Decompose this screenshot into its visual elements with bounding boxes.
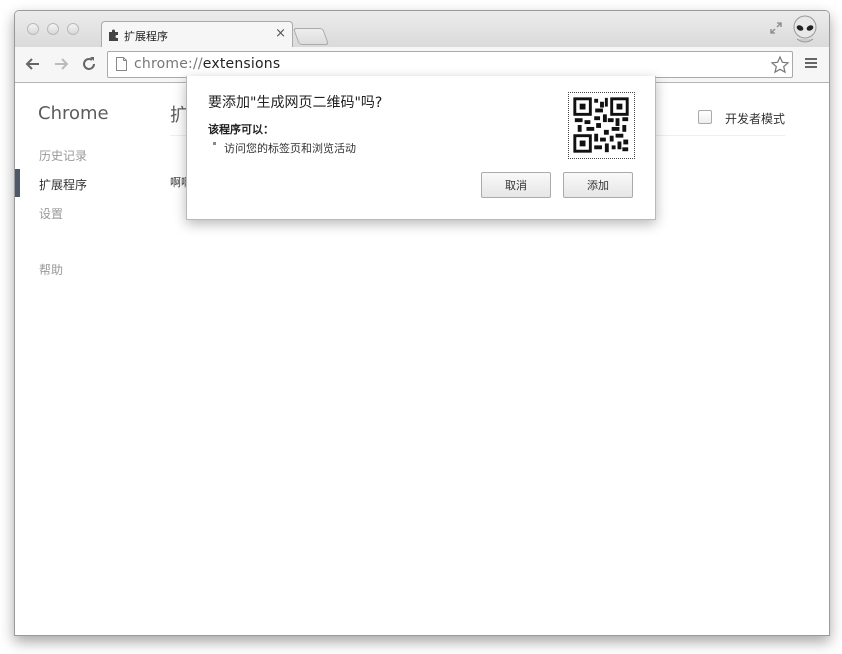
install-extension-dialog: 要添加"生成网页二维码"吗? 该程序可以： 访问您的标签页和浏览活动 取消 添加: [186, 76, 656, 220]
tab-strip: 扩展程序 ×: [15, 11, 829, 49]
tab-extensions[interactable]: 扩展程序 ×: [101, 21, 293, 49]
new-tab-button[interactable]: [292, 28, 330, 45]
permission-item: 访问您的标签页和浏览活动: [224, 142, 356, 155]
back-arrow-icon[interactable]: [23, 54, 43, 74]
cancel-button[interactable]: 取消: [481, 172, 551, 198]
permission-bullet: [213, 142, 216, 145]
url-path: extensions: [202, 56, 281, 72]
developer-mode-checkbox[interactable]: [698, 110, 712, 124]
url-text: chrome://extensions: [134, 56, 280, 72]
star-icon[interactable]: [770, 55, 790, 75]
dialog-title: 要添加"生成网页二维码"吗?: [208, 95, 383, 111]
developer-mode-label[interactable]: 开发者模式: [725, 110, 785, 127]
qr-code-icon: [568, 92, 635, 159]
sidebar-item-settings[interactable]: 设置: [39, 205, 63, 222]
reload-icon[interactable]: [79, 54, 99, 74]
url-scheme: chrome://: [134, 56, 203, 72]
address-bar[interactable]: chrome://extensions: [107, 51, 793, 78]
active-nav-marker: [15, 169, 20, 197]
alien-avatar-icon[interactable]: [791, 15, 819, 45]
fullscreen-icon[interactable]: [769, 21, 783, 35]
add-button[interactable]: 添加: [563, 172, 633, 198]
sidebar-item-history[interactable]: 历史记录: [39, 147, 87, 164]
tab-close-icon[interactable]: ×: [275, 26, 286, 41]
menu-icon[interactable]: [803, 55, 819, 71]
page-icon: [116, 57, 127, 71]
sidebar-item-help[interactable]: 帮助: [39, 261, 63, 278]
zoom-window-button[interactable]: [67, 23, 79, 35]
sidebar-item-extensions[interactable]: 扩展程序: [39, 176, 87, 193]
permissions-heading: 该程序可以：: [208, 123, 274, 136]
sidebar-brand: Chrome: [38, 103, 109, 124]
puzzle-icon: [109, 29, 118, 41]
close-window-button[interactable]: [27, 23, 39, 35]
forward-arrow-icon[interactable]: [51, 54, 71, 74]
minimize-window-button[interactable]: [47, 23, 59, 35]
tab-title: 扩展程序: [124, 30, 168, 43]
